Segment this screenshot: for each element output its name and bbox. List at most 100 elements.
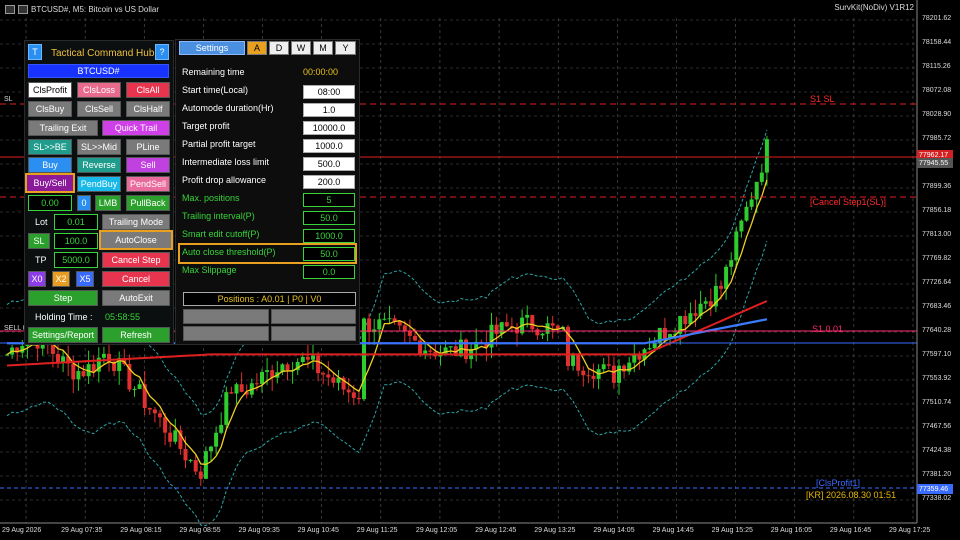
price-tick: 77597.10 [922, 351, 952, 358]
automode-duration-field[interactable]: 1.0 [303, 103, 355, 117]
smart-edit-cutoff-field[interactable]: 1000.0 [303, 229, 355, 243]
price-tick: 77467.56 [922, 423, 952, 430]
time-tick: 29 Aug 17:25 [889, 527, 931, 534]
candle-body [147, 407, 152, 410]
trailing-interval-label: Trailing interval(P) [182, 211, 255, 221]
candle-body [101, 353, 106, 358]
start-time-field[interactable]: 08:00 [303, 85, 355, 99]
refresh-button[interactable]: Refresh [102, 327, 170, 343]
time-tick: 29 Aug 16:45 [829, 527, 872, 534]
time-tick: 29 Aug 12:45 [475, 527, 517, 534]
settings-report-button[interactable]: Settings/Report [28, 327, 98, 343]
chart-title: BTCUSD#, M5: Bitcoin vs US Dollar [31, 4, 160, 14]
candle-body [540, 333, 545, 336]
tab-settings[interactable]: Settings [179, 41, 245, 55]
sell-button[interactable]: Sell [126, 157, 170, 173]
quick-trail-button[interactable]: Quick Trail [102, 120, 170, 136]
candle-body [586, 375, 591, 377]
autoexit-button[interactable]: AutoExit [102, 290, 170, 306]
clsprofit-button[interactable]: ClsProfit [28, 82, 72, 98]
candle-body [759, 172, 764, 182]
chart-menu-icon[interactable] [5, 4, 15, 14]
t-button[interactable]: T [28, 44, 42, 60]
blank-button-2[interactable] [271, 309, 356, 324]
candle-body [260, 371, 264, 384]
price-tick: 77553.92 [922, 375, 952, 382]
sl-toggle[interactable]: SL [28, 233, 50, 249]
target-profit-label: Target profit [182, 121, 230, 131]
clsloss-button[interactable]: ClsLoss [77, 82, 121, 98]
intermediate-loss-field[interactable]: 500.0 [303, 157, 355, 171]
max-slippage-field[interactable]: 0.0 [303, 265, 355, 279]
pendbuy-button[interactable]: PendBuy [77, 176, 121, 192]
pullback-button[interactable]: PullBack [126, 195, 170, 211]
price-tick: 77769.82 [922, 255, 952, 262]
profit-drop-field[interactable]: 200.0 [303, 175, 355, 189]
candle-body [611, 365, 616, 383]
candle-body [173, 430, 178, 442]
price-tick: 77856.18 [922, 207, 952, 214]
trailing-mode-button[interactable]: Trailing Mode [102, 214, 170, 230]
candle-body [719, 285, 723, 289]
sl-field[interactable]: 100.0 [54, 233, 98, 249]
buy-button[interactable]: Buy [28, 157, 72, 173]
tab-a[interactable]: A [247, 41, 267, 55]
x2-button[interactable]: X2 [52, 271, 70, 287]
clsall-button[interactable]: ClsAll [126, 82, 170, 98]
blank-button-1[interactable] [183, 309, 269, 324]
clssell-button[interactable]: ClsSell [77, 101, 121, 117]
target-profit-field[interactable]: 10000.0 [303, 121, 355, 135]
trailing-exit-button[interactable]: Trailing Exit [28, 120, 98, 136]
clshalf-button[interactable]: ClsHalf [126, 101, 170, 117]
tab-w[interactable]: W [291, 41, 311, 55]
count-field[interactable]: 0 [77, 195, 91, 211]
tp-label: TP [35, 255, 47, 265]
sl-mid-button[interactable]: SL>>Mid [77, 139, 121, 155]
tp-field[interactable]: 5000.0 [54, 252, 98, 268]
tab-d[interactable]: D [269, 41, 289, 55]
candle-body [198, 471, 203, 479]
candle-body [749, 199, 754, 207]
autoclose-button[interactable]: AutoClose [99, 230, 173, 250]
pline-button[interactable]: PLine [126, 139, 170, 155]
auto-close-threshold-field[interactable]: 50.0 [303, 247, 355, 261]
tab-y[interactable]: Y [335, 41, 356, 55]
tab-m[interactable]: M [313, 41, 333, 55]
lot-field[interactable]: 0.01 [54, 214, 98, 230]
time-axis: 29 Aug 2026 29 Aug 07:35 29 Aug 08:15 29 Au… [0, 523, 930, 540]
pendsell-button[interactable]: PendSell [126, 176, 170, 192]
chart-type-icon[interactable] [18, 4, 28, 14]
price-field[interactable]: 0.00 [28, 195, 72, 211]
price-tick: 77424.38 [922, 447, 952, 454]
blank-button-4[interactable] [271, 326, 356, 341]
blank-button-3[interactable] [183, 326, 269, 341]
clsbuy-button[interactable]: ClsBuy [28, 101, 72, 117]
candle-body [50, 344, 55, 355]
trailing-interval-field[interactable]: 50.0 [303, 211, 355, 225]
step-button[interactable]: Step [28, 290, 98, 306]
partial-profit-field[interactable]: 1000.0 [303, 139, 355, 153]
reverse-button[interactable]: Reverse [77, 157, 121, 173]
x5-button[interactable]: X5 [76, 271, 94, 287]
candle-body [254, 383, 259, 385]
candle-body [56, 354, 60, 363]
time-tick: 29 Aug 08:15 [120, 527, 162, 534]
level-label: S1 0.01 [812, 324, 844, 334]
candle-body [499, 322, 504, 334]
cancel-step-button[interactable]: Cancel Step [102, 252, 170, 268]
candle-body [188, 460, 193, 462]
candle-body [703, 301, 708, 304]
x0-button[interactable]: X0 [28, 271, 46, 287]
price-tag: 77359.46 [917, 484, 953, 494]
help-button[interactable]: ? [155, 44, 169, 60]
hub-title: Tactical Command Hub [51, 47, 155, 59]
max-positions-field[interactable]: 5 [303, 193, 355, 207]
buysell-button[interactable]: Buy/Sell [25, 173, 75, 193]
candle-body [494, 324, 499, 334]
sl-be-button[interactable]: SL>>BE [28, 139, 72, 155]
cancel-button[interactable]: Cancel [102, 271, 170, 287]
price-tick: 77640.28 [922, 327, 952, 334]
candle-body [591, 375, 596, 379]
candle-body [693, 313, 698, 316]
lmb-button[interactable]: LMB [95, 195, 121, 211]
